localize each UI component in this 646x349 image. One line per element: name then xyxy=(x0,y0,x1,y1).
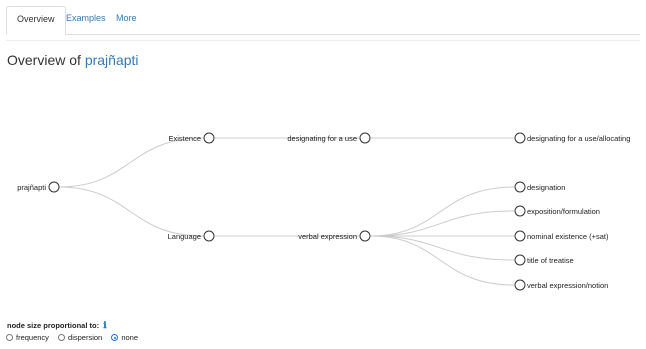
node-label: Existence xyxy=(168,134,201,143)
node-size-label-text: node size proportional to: xyxy=(7,321,100,330)
radio-button[interactable] xyxy=(58,334,66,341)
radio-label: dispersion xyxy=(68,333,103,342)
node-circle[interactable] xyxy=(203,132,215,144)
tree-leaf-nominal-existence[interactable]: nominal existence (+sat) xyxy=(514,230,609,242)
node-size-options: frequency dispersion none xyxy=(6,333,145,343)
node-size-label: node size proportional to: ℹ xyxy=(7,320,107,331)
node-circle[interactable] xyxy=(514,254,526,266)
radio-label: frequency xyxy=(16,333,49,342)
node-label: designation xyxy=(527,183,565,192)
node-label: verbal expression xyxy=(298,232,357,241)
tree-leaf-allocating[interactable]: designating for a use/allocating xyxy=(514,132,630,144)
radio-dispersion[interactable]: dispersion xyxy=(58,333,102,342)
node-circle[interactable] xyxy=(359,230,371,242)
node-circle[interactable] xyxy=(514,181,526,193)
tree-node-root[interactable]: prajñapti xyxy=(17,181,60,193)
tree-leaf-exposition[interactable]: exposition/formulation xyxy=(514,205,600,217)
tree-node-existence[interactable]: Existence xyxy=(168,132,215,144)
radio-button[interactable] xyxy=(6,334,13,341)
node-label: verbal expression/notion xyxy=(527,281,608,290)
info-icon[interactable]: ℹ xyxy=(103,320,106,331)
radio-frequency[interactable]: frequency xyxy=(6,333,49,342)
node-circle[interactable] xyxy=(48,181,60,193)
node-circle[interactable] xyxy=(514,279,526,291)
node-label: designating for a use/allocating xyxy=(527,134,630,143)
tree-leaf-designation[interactable]: designation xyxy=(514,181,565,193)
node-label: prajñapti xyxy=(17,183,46,192)
node-circle[interactable] xyxy=(203,230,215,242)
sense-tree: prajñapti Existence Language designating… xyxy=(17,132,630,291)
tree-leaf-verbal-expression-notion[interactable]: verbal expression/notion xyxy=(514,279,608,291)
node-label: nominal existence (+sat) xyxy=(527,232,609,241)
tree-links xyxy=(58,137,515,286)
radio-button[interactable] xyxy=(111,334,119,341)
tree-node-verbal-expression[interactable]: verbal expression xyxy=(298,230,371,242)
node-label: Language xyxy=(168,232,201,241)
radio-none[interactable]: none xyxy=(111,333,138,342)
tree-link xyxy=(58,186,204,237)
node-circle[interactable] xyxy=(514,132,526,144)
tree-link xyxy=(370,235,515,286)
node-circle[interactable] xyxy=(514,205,526,217)
tree-link xyxy=(370,235,515,261)
node-label: designating for a use xyxy=(287,134,357,143)
tree-link xyxy=(370,210,515,237)
node-circle[interactable] xyxy=(514,230,526,242)
node-label: exposition/formulation xyxy=(527,207,600,216)
radio-label: none xyxy=(121,333,138,342)
node-label: title of treatise xyxy=(527,256,574,265)
node-circle[interactable] xyxy=(359,132,371,144)
tree-leaf-title-of-treatise[interactable]: title of treatise xyxy=(514,254,574,266)
tree-link xyxy=(58,137,204,188)
tree-node-language[interactable]: Language xyxy=(168,230,215,242)
